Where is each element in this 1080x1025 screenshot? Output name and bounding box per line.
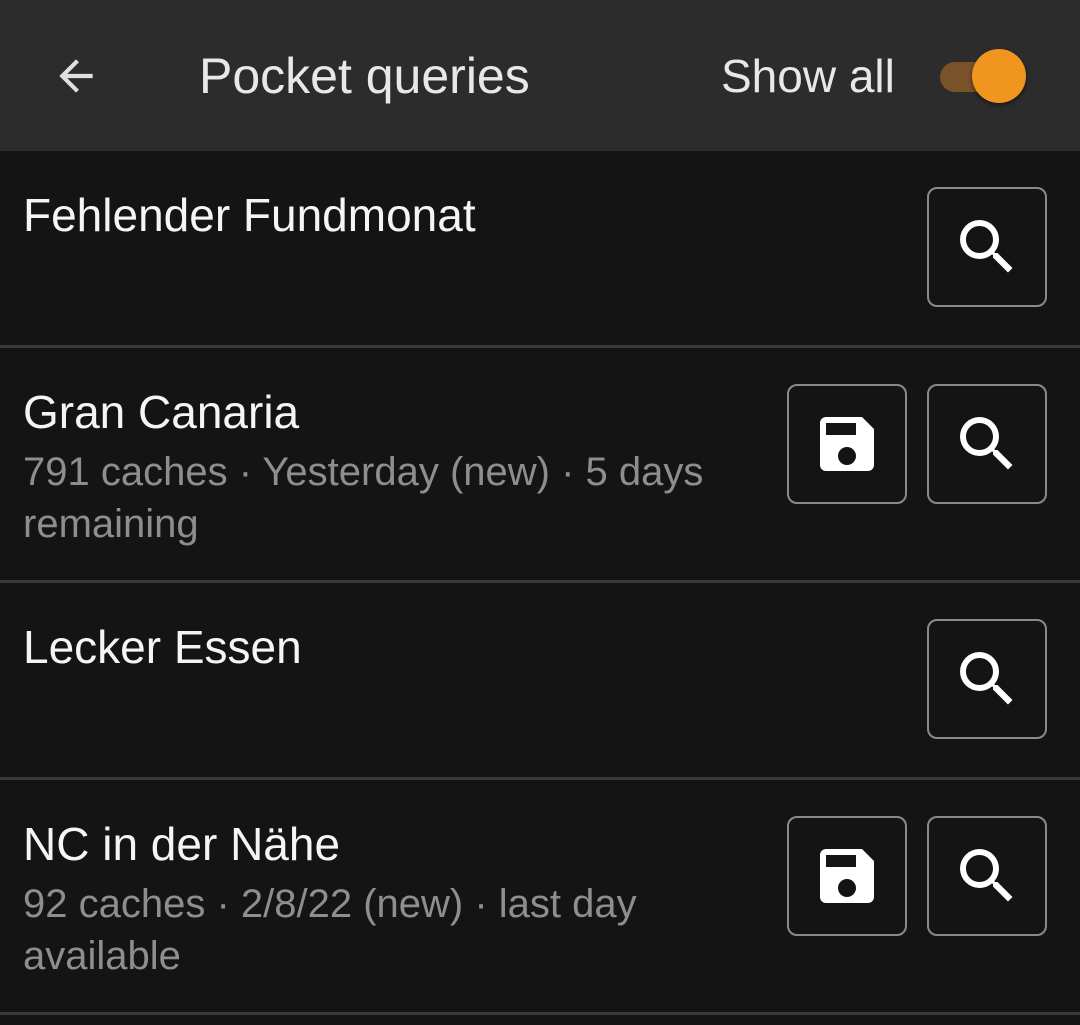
query-info: 92 caches · 2/8/22 (new) · last day avai… — [23, 882, 637, 978]
download-button[interactable] — [787, 384, 907, 504]
show-all-toggle[interactable] — [938, 46, 1030, 106]
toggle-thumb — [972, 49, 1026, 103]
search-button[interactable] — [927, 816, 1047, 936]
query-info: 791 caches · Yesterday (new) · 5 days re… — [23, 450, 704, 546]
query-name: Fehlender Fundmonat — [23, 189, 476, 241]
list-item[interactable]: Gran Canaria 791 caches · Yesterday (new… — [0, 348, 1080, 583]
search-icon — [960, 849, 1013, 902]
save-icon — [820, 849, 874, 903]
search-icon — [960, 652, 1013, 705]
query-name: Gran Canaria — [23, 386, 300, 438]
query-name: Lecker Essen — [23, 621, 302, 673]
app-bar: Pocket queries Show all — [0, 0, 1080, 151]
download-button[interactable] — [787, 816, 907, 936]
show-all-label: Show all — [721, 50, 895, 102]
search-button[interactable] — [927, 384, 1047, 504]
arrow-left-icon — [59, 59, 93, 93]
search-icon — [960, 417, 1013, 470]
search-icon — [960, 220, 1013, 273]
back-button[interactable] — [44, 44, 108, 108]
list-item[interactable]: NC in der Nähe 92 caches · 2/8/22 (new) … — [0, 780, 1080, 1015]
list-item[interactable]: Fehlender Fundmonat — [0, 151, 1080, 348]
search-button[interactable] — [927, 187, 1047, 307]
search-button[interactable] — [927, 619, 1047, 739]
page-title: Pocket queries — [199, 48, 530, 104]
query-list: Fehlender Fundmonat Gran Canaria 791 cac… — [0, 151, 1080, 1015]
save-icon — [820, 417, 874, 471]
query-name: NC in der Nähe — [23, 818, 341, 870]
list-item[interactable]: Lecker Essen — [0, 583, 1080, 780]
